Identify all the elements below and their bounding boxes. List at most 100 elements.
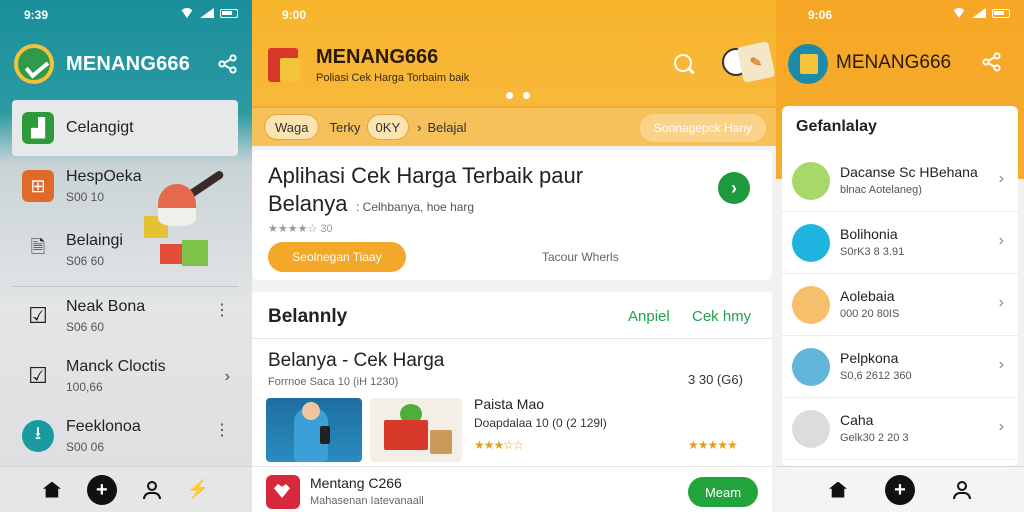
chevron-right-icon: › xyxy=(998,294,1004,311)
list-item[interactable]: Aolebaia 000 20 80IS › xyxy=(782,274,1018,336)
menu-item-manck-cloctis[interactable]: ☑ Manck Cloctis 100,66 › xyxy=(12,348,238,404)
home-icon[interactable] xyxy=(829,481,847,498)
screenshot-root: 9:39 MENANG666 ▟ Celangigt ⊞ HespOeka S0… xyxy=(0,0,1024,512)
checkbox-icon: ☑ xyxy=(28,303,48,328)
battery-icon xyxy=(220,8,238,18)
list-item[interactable]: Dacanse Sc HBehana blnac Aotelaneg) › xyxy=(782,150,1018,212)
leaf-icon xyxy=(792,162,830,200)
tab-cek-hmy[interactable]: Cek hmy xyxy=(692,308,751,325)
chevron-right-icon: › xyxy=(224,368,230,385)
more-vertical-icon[interactable]: ⋮ xyxy=(214,420,230,440)
menu-item-celangigt[interactable]: ▟ Celangigt xyxy=(12,100,238,156)
filter-chip-bar: Waga Terky 0KY › Belajal Sonnagepck Hany xyxy=(252,106,776,146)
rating-stars: ★★★★★ xyxy=(688,438,738,452)
menu-item-sub: S00 06 xyxy=(66,440,105,454)
grid-icon: ⊞ xyxy=(22,170,54,202)
list-item-sub: S0,6 2612 360 xyxy=(840,370,912,382)
chevron-right-icon: › xyxy=(998,356,1004,373)
chip-terky[interactable]: Terky xyxy=(329,120,360,135)
list-item-sub: Gelk30 2 20 3 xyxy=(840,432,909,444)
home-icon[interactable] xyxy=(42,481,61,498)
install-button[interactable]: Meam xyxy=(688,477,758,507)
app-icon xyxy=(266,475,300,509)
check-price-button[interactable]: Sonnagepck Hany xyxy=(639,114,766,142)
list-item[interactable]: Bolihonia S0rK3 8 3.91 › xyxy=(782,212,1018,274)
list-item-sub: 000 20 80IS xyxy=(840,308,900,320)
arrow-right-icon[interactable]: › xyxy=(718,172,750,204)
signal-icon xyxy=(200,8,214,18)
chip-0ky[interactable]: 0KY xyxy=(366,114,410,140)
profile-icon[interactable] xyxy=(953,480,971,499)
carousel-dots xyxy=(506,92,530,99)
menu-item-feeklonoa[interactable]: ⭳ Feeklonoa S00 06 ⋮ xyxy=(12,408,238,464)
menu-item-label: Neak Bona xyxy=(66,298,146,315)
list-item-label: Aolebaia xyxy=(840,288,895,304)
puzzle-icon xyxy=(792,286,830,324)
bag-icon xyxy=(792,410,830,448)
share-icon[interactable] xyxy=(218,54,238,74)
menu-item-label: HespOeka xyxy=(66,168,142,185)
menu-item-sub: S06 60 xyxy=(66,254,105,268)
menu-item-sub: S06 60 xyxy=(66,320,105,334)
right-phone-screen: 9:06 MENANG666 Gefanlalay Dacanse Sc HBe… xyxy=(776,0,1024,512)
rating-stars: ★★★★☆ 30 xyxy=(268,223,333,235)
search-icon[interactable] xyxy=(674,54,696,76)
list-item-label: Bolihonia xyxy=(840,226,898,242)
shopping-cart-image[interactable] xyxy=(370,398,462,462)
more-vertical-icon[interactable]: ⋮ xyxy=(214,300,230,320)
app-logo-icon xyxy=(14,44,54,84)
install-app-desc: Mahasenan Iatevanaall xyxy=(310,495,424,507)
signal-icon xyxy=(972,8,986,18)
status-icons xyxy=(180,8,238,18)
add-icon[interactable]: + xyxy=(885,474,915,505)
hero-card: Aplihasi Cek Harga Terbaik paur Belanya … xyxy=(252,150,772,280)
list-item-label: Pelpkona xyxy=(840,350,899,366)
divider xyxy=(252,338,772,339)
shopping-bag-logo-icon xyxy=(266,44,304,86)
wifi-icon xyxy=(952,8,966,18)
add-icon[interactable]: + xyxy=(86,474,117,505)
menu-item-sub: S00 10 xyxy=(66,190,105,204)
menu-item-label: Feeklonoa xyxy=(66,418,141,435)
install-bar: Mentang C266 Mahasenan Iatevanaall Meam xyxy=(252,466,772,512)
menu-item-label: Belaingi xyxy=(66,232,123,249)
app-title: MENANG666 xyxy=(836,52,952,73)
hero-primary-button[interactable]: Seolnegan Tiaay xyxy=(268,242,406,272)
menu-item-label: Celangigt xyxy=(66,119,134,136)
edit-check-icon: ☑ xyxy=(28,363,48,388)
tab-anpiel[interactable]: Anpiel xyxy=(628,308,670,325)
list-item[interactable]: Pelpkona S0,6 2612 360 › xyxy=(782,336,1018,398)
card-heading: Gefanlalay xyxy=(796,118,877,135)
divider xyxy=(12,286,238,287)
status-time: 9:00 xyxy=(282,8,307,22)
chevron-right-icon: › xyxy=(998,418,1004,435)
product-meta: Doapdalaa 10 (0 (2 129l) xyxy=(474,416,607,430)
status-time: 9:39 xyxy=(24,8,49,22)
app-title: MENANG666 xyxy=(66,52,191,75)
breadcrumb-belajal[interactable]: Belajal xyxy=(427,120,466,135)
bottom-nav: + ⚡ xyxy=(0,466,252,512)
rating-stars: ★★★☆☆ xyxy=(474,438,524,452)
app-logo-icon xyxy=(788,44,828,84)
price-label: 3 30 (G6) xyxy=(688,372,743,387)
activity-icon[interactable]: ⚡ xyxy=(187,479,209,500)
status-bar: 9:39 xyxy=(0,6,252,24)
profile-icon[interactable] xyxy=(142,480,161,499)
stairs-icon: ▟ xyxy=(22,112,54,144)
wifi-icon xyxy=(180,8,194,18)
chip-waga[interactable]: Waga xyxy=(264,114,320,140)
app-header: MENANG666 xyxy=(14,42,238,86)
share-icon[interactable] xyxy=(982,52,1002,72)
section-title: Belannly xyxy=(268,306,348,327)
menu-item-neak-bona[interactable]: ☑ Neak Bona S06 60 ⋮ xyxy=(12,288,238,344)
tag-icon xyxy=(792,224,830,262)
hero-secondary-link[interactable]: Tacour Wherls xyxy=(542,250,619,264)
list-item-label: Dacanse Sc HBehana xyxy=(840,164,978,180)
product-heading-meta: Forrnoe Saca 10 (iH 1230) xyxy=(268,376,399,388)
list-item[interactable]: Caha Gelk30 2 20 3 › xyxy=(782,398,1018,460)
product-title: Paista Mao xyxy=(474,396,545,412)
list-item-label: Caha xyxy=(840,412,874,428)
person-phone-image[interactable] xyxy=(266,398,362,462)
left-phone-screen: 9:39 MENANG666 ▟ Celangigt ⊞ HespOeka S0… xyxy=(0,0,252,512)
status-bar: 9:00 xyxy=(252,6,776,24)
